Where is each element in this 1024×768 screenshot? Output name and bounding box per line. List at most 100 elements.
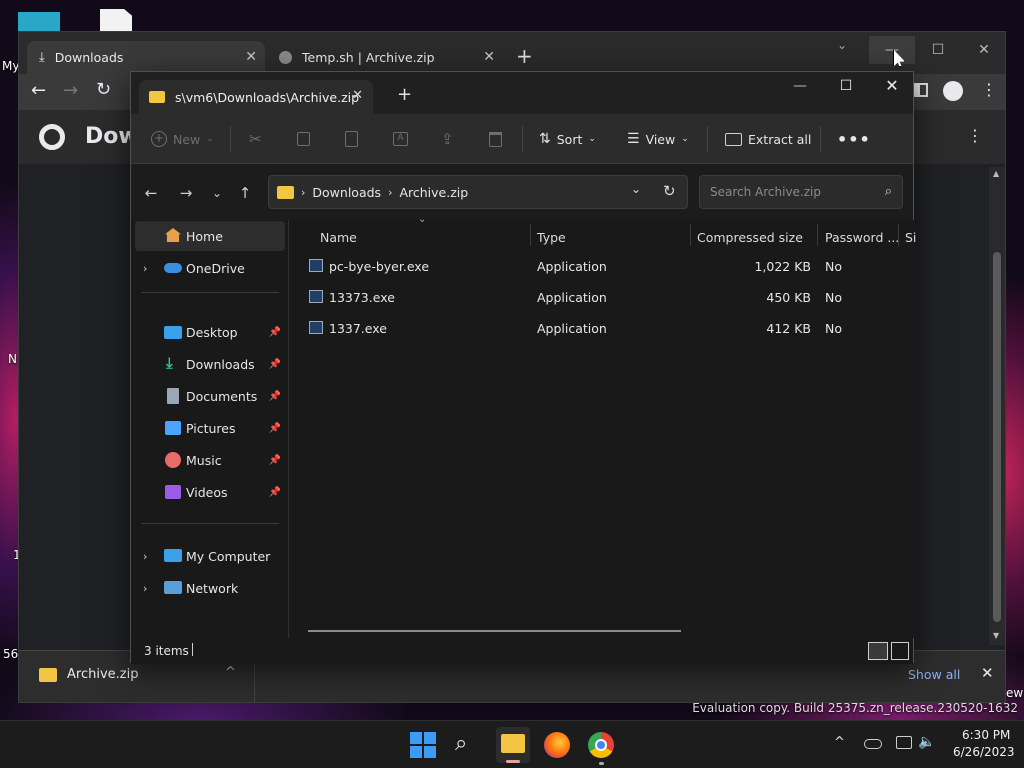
table-row[interactable]: pc-bye-byer.exe Application 1,022 KB No (290, 251, 915, 281)
chrome-close-button[interactable]: ✕ (961, 36, 1007, 64)
sidebar-item-downloads[interactable]: ⤓ Downloads 📌 (135, 349, 285, 379)
new-tab-button[interactable]: + (397, 84, 412, 105)
explorer-close-button[interactable]: ✕ (869, 72, 915, 100)
explorer-maximize-button[interactable]: ☐ (823, 72, 869, 100)
sort-button[interactable]: ⇅ Sort ⌄ (539, 114, 596, 164)
pin-icon[interactable]: 📌 (269, 391, 281, 402)
pin-icon[interactable]: 📌 (269, 487, 281, 498)
address-dropdown-icon[interactable]: ⌄ (631, 182, 641, 196)
refresh-icon[interactable]: ↻ (663, 182, 676, 200)
clock-date[interactable]: 6/26/2023 (953, 745, 1015, 759)
pin-icon[interactable]: 📌 (269, 455, 281, 466)
page-menu-icon[interactable]: ⋮ (967, 126, 983, 145)
sidebar-item-videos[interactable]: Videos 📌 (135, 477, 285, 507)
search-icon[interactable]: ⌕ (455, 731, 485, 761)
details-view-icon[interactable] (868, 642, 888, 660)
pin-icon[interactable]: 📌 (269, 423, 281, 434)
forward-arrow-icon[interactable]: → (174, 182, 198, 206)
chrome-maximize-button[interactable]: ☐ (915, 36, 961, 64)
new-tab-button[interactable]: + (516, 44, 533, 68)
tiles-view-icon[interactable] (891, 642, 909, 660)
show-hidden-icons-chevron-icon[interactable]: ^ (834, 735, 845, 750)
sidebar-item-network[interactable]: › Network (135, 573, 285, 603)
column-divider[interactable] (898, 224, 899, 246)
chevron-right-icon[interactable]: › (143, 582, 147, 595)
column-header-name[interactable]: Name (320, 230, 357, 245)
close-icon[interactable]: ✕ (352, 88, 363, 103)
table-row[interactable]: 1337.exe Application 412 KB No (290, 313, 915, 343)
scroll-up-icon[interactable]: ▲ (993, 169, 999, 178)
clock-time[interactable]: 6:30 PM (962, 728, 1010, 742)
horizontal-scrollbar[interactable] (308, 630, 681, 632)
chrome-icon[interactable] (588, 732, 614, 765)
column-header-compressed-size[interactable]: Compressed size (697, 230, 803, 245)
sort-icon: ⇅ (539, 131, 551, 147)
side-panel-icon[interactable] (914, 83, 928, 97)
search-input[interactable]: Search Archive.zip ⌕ (699, 175, 903, 209)
column-header-size[interactable]: Si (905, 230, 916, 245)
cloud-offline-icon[interactable] (864, 739, 882, 749)
chevron-right-icon[interactable]: › (143, 262, 147, 275)
new-button[interactable]: + New ⌄ (151, 114, 214, 164)
back-arrow-icon[interactable]: ← (31, 80, 46, 101)
reload-icon[interactable]: ↻ (96, 79, 111, 100)
close-icon[interactable]: ✕ (483, 49, 495, 65)
file-explorer-taskbar-icon[interactable] (496, 727, 530, 763)
chrome-minimize-button[interactable]: — (869, 36, 915, 64)
paste-button[interactable] (345, 114, 358, 164)
close-icon[interactable]: ✕ (245, 49, 257, 65)
column-header-type[interactable]: Type (537, 230, 566, 245)
pin-icon[interactable]: 📌 (269, 327, 281, 338)
scroll-down-icon[interactable]: ▼ (993, 631, 999, 640)
column-divider[interactable] (817, 224, 818, 246)
sidebar-item-my-computer[interactable]: › My Computer (135, 541, 285, 571)
desktop-file-icon[interactable] (100, 9, 132, 31)
recent-locations-chevron-icon[interactable]: ⌄ (205, 182, 229, 206)
cloud-icon (164, 263, 182, 273)
volume-icon[interactable]: 🔈 (918, 734, 935, 750)
column-divider[interactable] (690, 224, 691, 246)
forward-arrow-icon[interactable]: → (63, 80, 78, 101)
profile-icon[interactable] (943, 81, 963, 101)
desktop-folder-icon[interactable] (18, 12, 60, 32)
chevron-right-icon[interactable]: › (143, 550, 147, 563)
rename-button[interactable]: A (393, 114, 408, 164)
pin-icon[interactable]: 📌 (269, 359, 281, 370)
more-options-button[interactable]: ••• (837, 114, 871, 164)
explorer-tab[interactable]: s\vm6\Downloads\Archive.zip ✕ (139, 80, 373, 114)
chrome-scrollbar-thumb[interactable] (993, 252, 1001, 622)
sidebar-item-music[interactable]: Music 📌 (135, 445, 285, 475)
column-header-password[interactable]: Password ... (825, 230, 899, 245)
share-button[interactable]: ⇪ (441, 114, 454, 164)
network-icon[interactable] (896, 736, 912, 749)
chevron-up-icon[interactable]: ^ (225, 665, 236, 680)
table-row[interactable]: 13373.exe Application 450 KB No (290, 282, 915, 312)
close-shelf-icon[interactable]: ✕ (981, 664, 994, 682)
chrome-tab-temp[interactable]: Temp.sh | Archive.zip ✕ (269, 41, 503, 74)
chrome-menu-icon[interactable]: ⋮ (981, 80, 997, 99)
sidebar-item-documents[interactable]: Documents 📌 (135, 381, 285, 411)
back-arrow-icon[interactable]: ← (139, 182, 163, 206)
sidebar-item-onedrive[interactable]: › OneDrive (135, 253, 285, 283)
address-bar[interactable]: › Downloads › Archive.zip ⌄ ↻ (268, 175, 688, 209)
column-divider[interactable] (530, 224, 531, 246)
explorer-minimize-button[interactable]: — (777, 72, 823, 100)
cut-button[interactable]: ✂ (249, 114, 262, 164)
breadcrumb-downloads[interactable]: Downloads (312, 185, 381, 200)
sidebar-item-desktop[interactable]: Desktop 📌 (135, 317, 285, 347)
extract-all-button[interactable]: Extract all (725, 114, 811, 164)
sidebar-item-pictures[interactable]: Pictures 📌 (135, 413, 285, 443)
breadcrumb-archive[interactable]: Archive.zip (399, 185, 468, 200)
chrome-tab-downloads[interactable]: ⤓ Downloads ✕ (27, 41, 265, 74)
view-button[interactable]: ☰ View ⌄ (627, 114, 689, 164)
start-windows-icon[interactable] (410, 732, 436, 758)
firefox-icon[interactable] (544, 732, 570, 758)
sidebar-item-home[interactable]: Home (135, 221, 285, 251)
up-arrow-icon[interactable]: ↑ (233, 182, 257, 206)
copy-button[interactable] (297, 114, 310, 164)
show-all-link[interactable]: Show all (908, 667, 960, 682)
tab-search-icon[interactable]: ⌄ (837, 38, 847, 52)
delete-button[interactable] (489, 114, 502, 164)
chrome-scrollbar[interactable]: ▲ ▼ (989, 167, 1005, 645)
search-icon: ⌕ (884, 184, 892, 199)
